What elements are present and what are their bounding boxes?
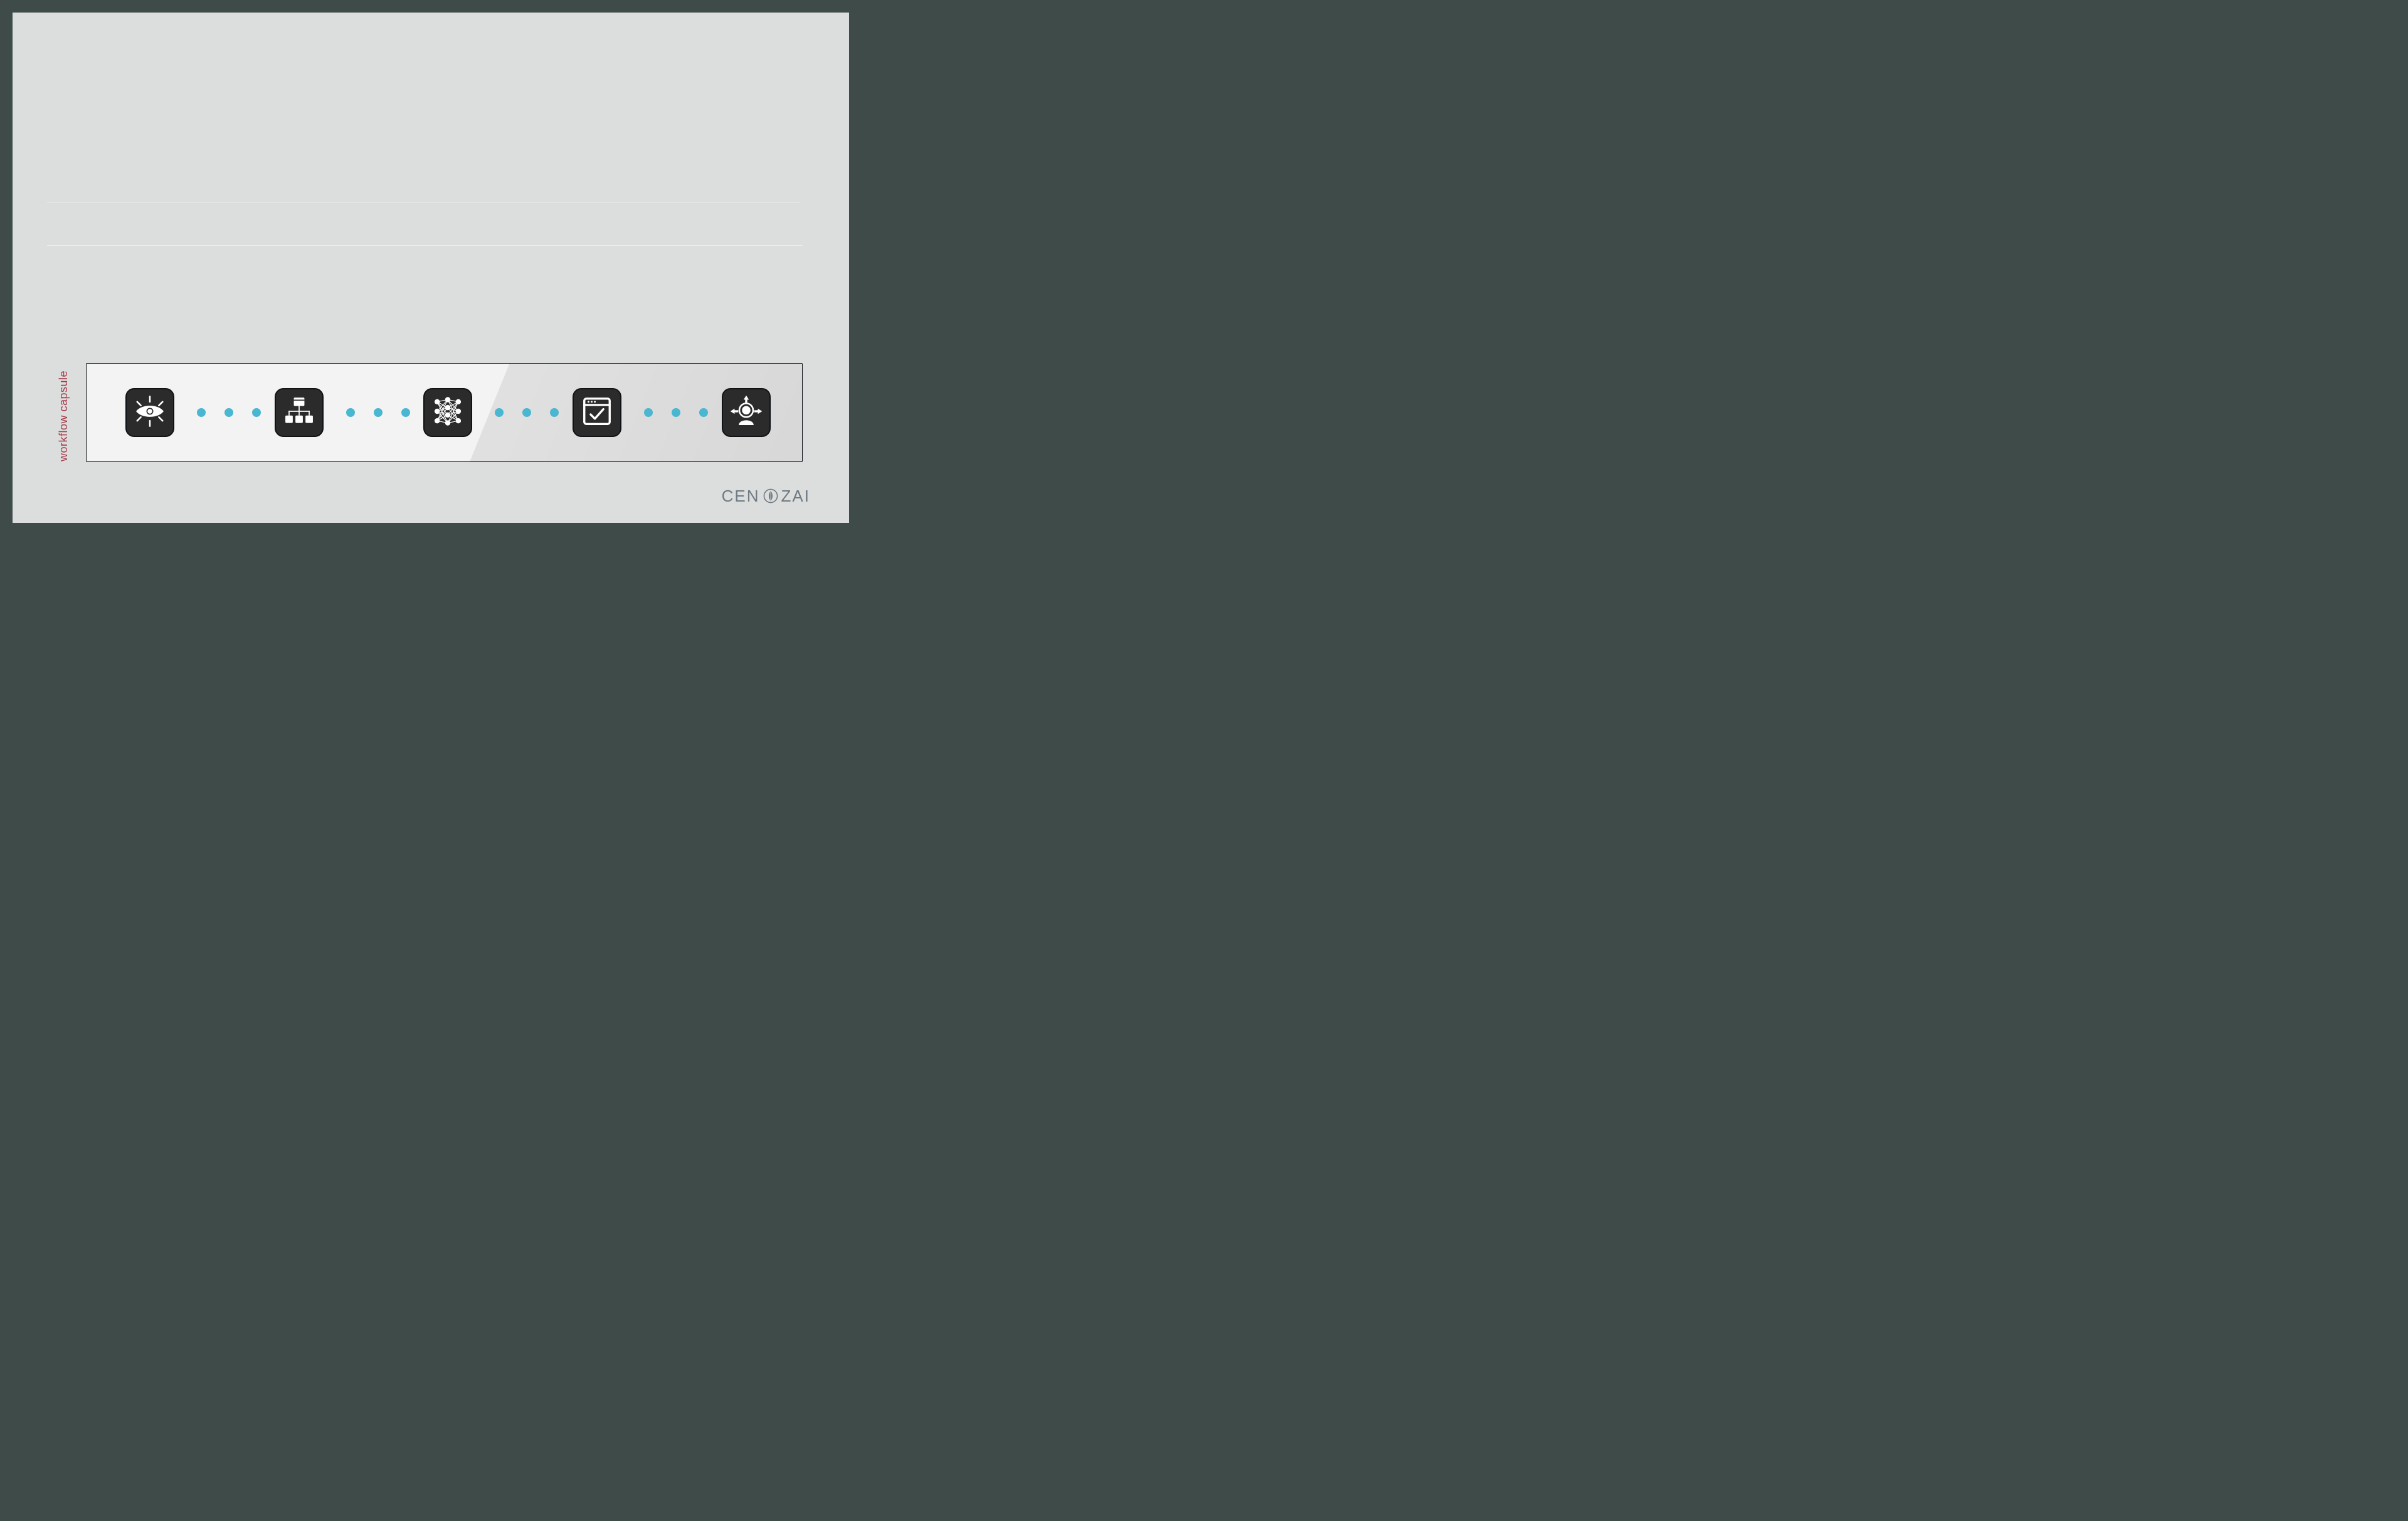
eye-icon [133, 394, 167, 431]
leaf-circle-icon [763, 488, 779, 504]
brand-name-left: CEN [722, 487, 760, 506]
faded-body-area [47, 245, 803, 287]
connector-dots [495, 408, 559, 418]
brand-logo: CEN ZAI [722, 485, 810, 507]
connector-dots [644, 408, 708, 418]
workflow-step-distribute [722, 388, 771, 437]
slide: workflow capsule [13, 13, 849, 523]
presentation-frame: workflow capsule [0, 0, 862, 536]
workflow-capsule [86, 363, 803, 462]
workflow-step-model [423, 388, 472, 437]
workflow-step-validate [573, 388, 621, 437]
workflow-capsule-label: workflow capsule [57, 371, 70, 461]
workflow-step-observe [125, 388, 174, 437]
checked-window-icon [580, 394, 614, 431]
brand-name-right: ZAI [781, 487, 810, 506]
distribute-person-icon [729, 394, 763, 431]
connector-dots [346, 408, 410, 418]
faded-headline-area [47, 203, 800, 238]
workflow-step-organize [275, 388, 324, 437]
connector-dots [197, 408, 261, 418]
neural-network-icon [431, 394, 465, 431]
hierarchy-icon [282, 394, 316, 431]
